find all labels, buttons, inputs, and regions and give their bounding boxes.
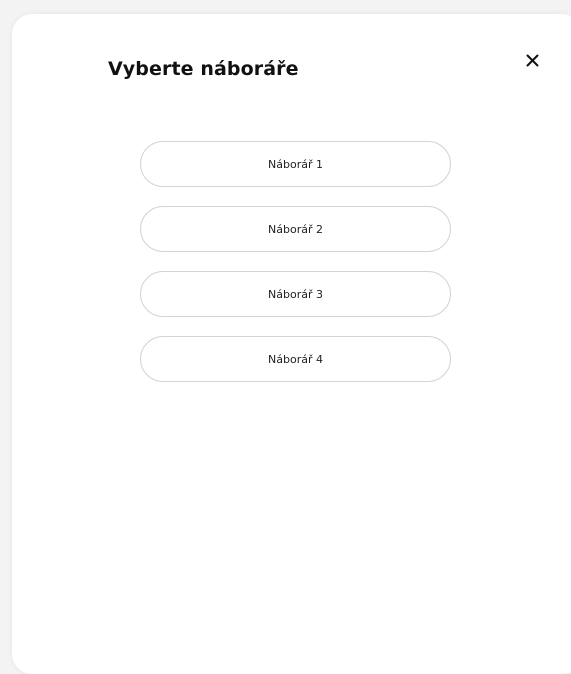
- recruiter-option-3[interactable]: Náborář 3: [140, 271, 451, 317]
- dialog-title: Vyberte náboráře: [108, 58, 299, 80]
- recruiter-option-label: Náborář 4: [268, 352, 323, 366]
- recruiter-option-label: Náborář 2: [268, 222, 323, 236]
- close-button[interactable]: [516, 44, 548, 76]
- recruiter-option-4[interactable]: Náborář 4: [140, 336, 451, 382]
- close-icon: [526, 54, 539, 67]
- recruiter-option-label: Náborář 3: [268, 287, 323, 301]
- recruiter-option-label: Náborář 1: [268, 157, 323, 171]
- recruiter-option-2[interactable]: Náborář 2: [140, 206, 451, 252]
- recruiter-select-dialog: Vyberte náboráře Náborář 1 Náborář 2 Náb…: [12, 14, 571, 674]
- recruiter-options-list: Náborář 1 Náborář 2 Náborář 3 Náborář 4: [140, 141, 451, 382]
- recruiter-option-1[interactable]: Náborář 1: [140, 141, 451, 187]
